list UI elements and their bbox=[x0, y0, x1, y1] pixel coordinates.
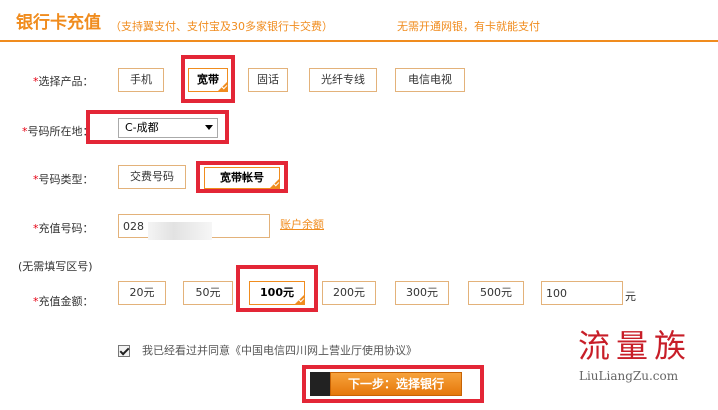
number-type-label: *号码类型： bbox=[33, 173, 94, 186]
amount-unit: 元 bbox=[625, 290, 636, 303]
recharge-number-label: *充值号码： bbox=[33, 222, 94, 235]
amount-label: *充值金额： bbox=[33, 295, 94, 308]
amount-option-50[interactable]: 50元 bbox=[183, 281, 233, 305]
custom-amount-input[interactable] bbox=[541, 281, 623, 305]
agreement-text[interactable]: 我已经看过并同意《中国电信四川网上营业厅使用协议》 bbox=[142, 344, 417, 358]
header-note: 无需开通网银，有卡就能支付 bbox=[397, 20, 540, 33]
product-option-fiber[interactable]: 光纤专线 bbox=[309, 68, 377, 92]
amount-option-300[interactable]: 300元 bbox=[395, 281, 449, 305]
page-title: 银行卡充值 bbox=[16, 13, 101, 33]
location-select[interactable]: C-成都 bbox=[118, 118, 218, 138]
amount-option-20[interactable]: 20元 bbox=[118, 281, 166, 305]
page-subtitle: （支持翼支付、支付宝及30多家银行卡交费） bbox=[110, 20, 333, 33]
product-option-landline[interactable]: 固话 bbox=[248, 68, 288, 92]
watermark-url: LiuLiangZu.com bbox=[579, 369, 679, 383]
submit-button-shadow bbox=[310, 372, 330, 396]
product-option-tv[interactable]: 电信电视 bbox=[395, 68, 465, 92]
amount-option-200[interactable]: 200元 bbox=[322, 281, 376, 305]
product-option-mobile[interactable]: 手机 bbox=[118, 68, 164, 92]
next-select-bank-button[interactable]: 下一步：选择银行 bbox=[330, 372, 462, 396]
watermark-logo: 流量族 bbox=[578, 327, 693, 365]
amount-option-500[interactable]: 500元 bbox=[468, 281, 524, 305]
account-balance-link[interactable]: 账户余额 bbox=[280, 218, 324, 232]
check-corner-icon bbox=[295, 295, 304, 304]
redacted-number bbox=[148, 222, 212, 240]
amount-option-100[interactable]: 100元 bbox=[249, 281, 305, 305]
number-type-option-broadband-account[interactable]: 宽带帐号 bbox=[204, 167, 280, 189]
page-header: 银行卡充值 （支持翼支付、支付宝及30多家银行卡交费） 无需开通网银，有卡就能支… bbox=[0, 0, 718, 42]
location-label: *号码所在地： bbox=[22, 125, 94, 138]
product-option-broadband[interactable]: 宽带 bbox=[188, 68, 228, 92]
dropdown-arrow-icon bbox=[205, 125, 213, 130]
check-corner-icon bbox=[218, 82, 227, 91]
area-code-hint: (无需填写区号) bbox=[18, 260, 93, 273]
check-corner-icon bbox=[270, 179, 279, 188]
product-label: *选择产品： bbox=[33, 75, 94, 88]
number-type-option-payment[interactable]: 交费号码 bbox=[118, 165, 186, 189]
agreement-checkbox[interactable] bbox=[118, 345, 130, 357]
